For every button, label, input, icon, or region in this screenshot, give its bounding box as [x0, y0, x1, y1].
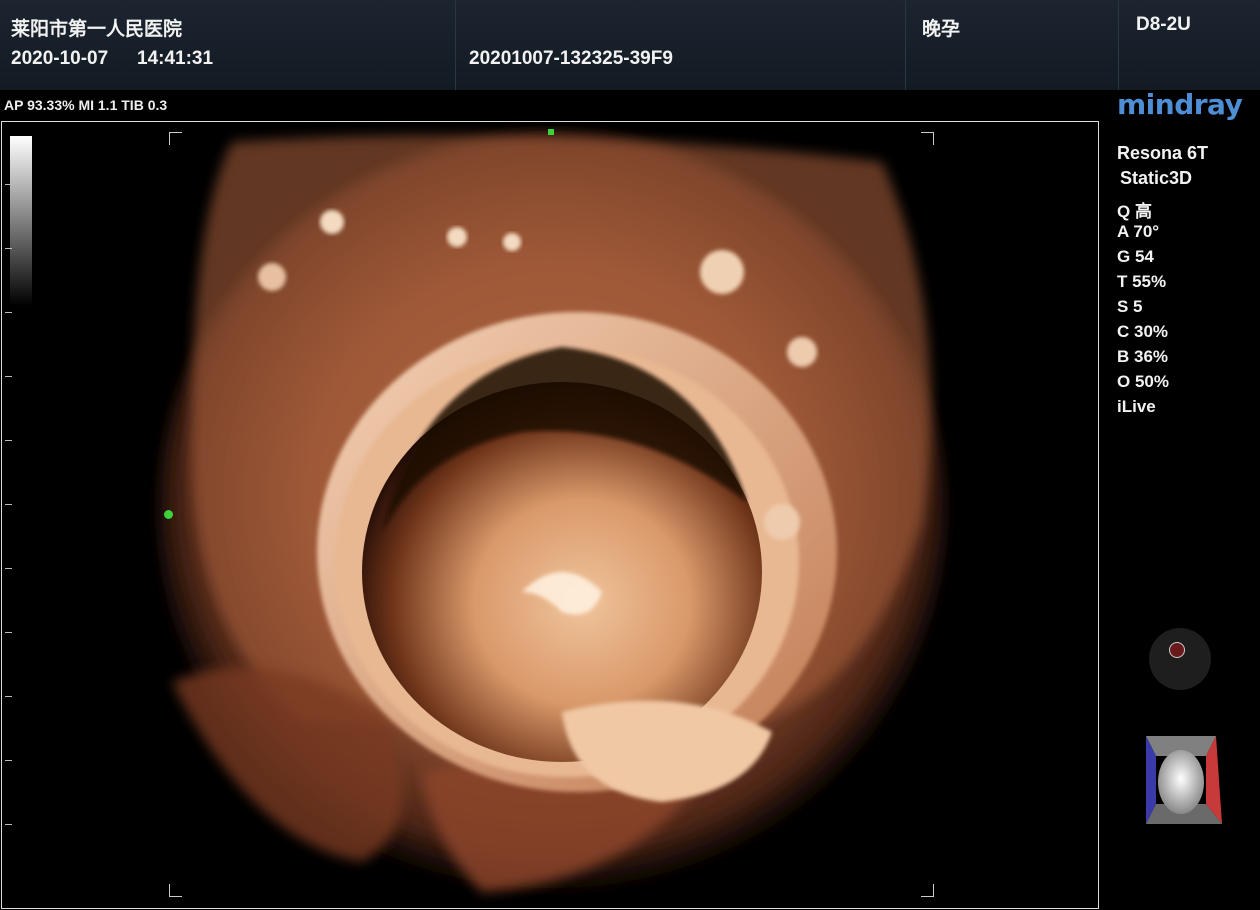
depth-tick	[5, 440, 12, 441]
param-g: G 54	[1117, 247, 1154, 266]
param-q: Q 高	[1117, 202, 1152, 221]
depth-tick	[5, 376, 12, 377]
system-model: Resona 6T	[1117, 143, 1209, 163]
depth-tick	[5, 504, 12, 505]
orientation-cube-icon[interactable]	[1136, 732, 1226, 828]
roi-corner-bottom-right	[921, 884, 934, 897]
param-c: C 30%	[1117, 322, 1169, 341]
depth-tick	[5, 696, 12, 697]
image-viewport[interactable]	[1, 121, 1099, 909]
depth-tick	[5, 184, 12, 185]
param-a: A 70°	[1117, 222, 1160, 241]
light-source-icon[interactable]	[1149, 628, 1211, 690]
param-o: O 50%	[1117, 372, 1169, 391]
header-cell-exam: 20201007-132325-39F9	[456, 0, 906, 90]
acoustic-output-readout: AP 93.33% MI 1.1 TIB 0.3	[4, 97, 168, 113]
depth-tick	[5, 824, 12, 825]
param-t: T 55%	[1117, 272, 1167, 291]
orientation-marker	[548, 129, 554, 135]
header-cell-exam-type: 晚孕	[906, 0, 1119, 90]
exam-time: 14:41:31	[137, 48, 214, 69]
exam-type: 晚孕	[922, 19, 961, 40]
roi-corner-top-right	[921, 132, 934, 145]
header-cell-hospital: 莱阳市第一人民医院 2020-10-07 14:41:31	[0, 0, 456, 90]
imaging-mode: Static3D	[1120, 168, 1193, 188]
exam-id: 20201007-132325-39F9	[469, 48, 673, 69]
roi-corner-top-left	[169, 132, 182, 145]
hospital-name: 莱阳市第一人民医院	[11, 19, 183, 40]
probe-name: D8-2U	[1136, 14, 1191, 35]
depth-tick	[5, 760, 12, 761]
depth-tick	[5, 312, 12, 313]
param-b: B 36%	[1117, 347, 1169, 366]
roi-corner-bottom-left	[169, 884, 182, 897]
header-bar: 莱阳市第一人民医院 2020-10-07 14:41:31 20201007-1…	[0, 0, 1260, 90]
param-ilive: iLive	[1117, 397, 1156, 416]
param-s: S 5	[1117, 297, 1143, 316]
exam-date: 2020-10-07	[11, 48, 109, 69]
grayscale-bar	[10, 136, 32, 306]
focus-marker	[164, 510, 173, 519]
header-cell-probe: D8-2U	[1119, 0, 1260, 90]
depth-tick	[5, 568, 12, 569]
depth-tick	[5, 248, 12, 249]
depth-tick	[5, 632, 12, 633]
brand-logo: mindray	[1117, 88, 1243, 121]
